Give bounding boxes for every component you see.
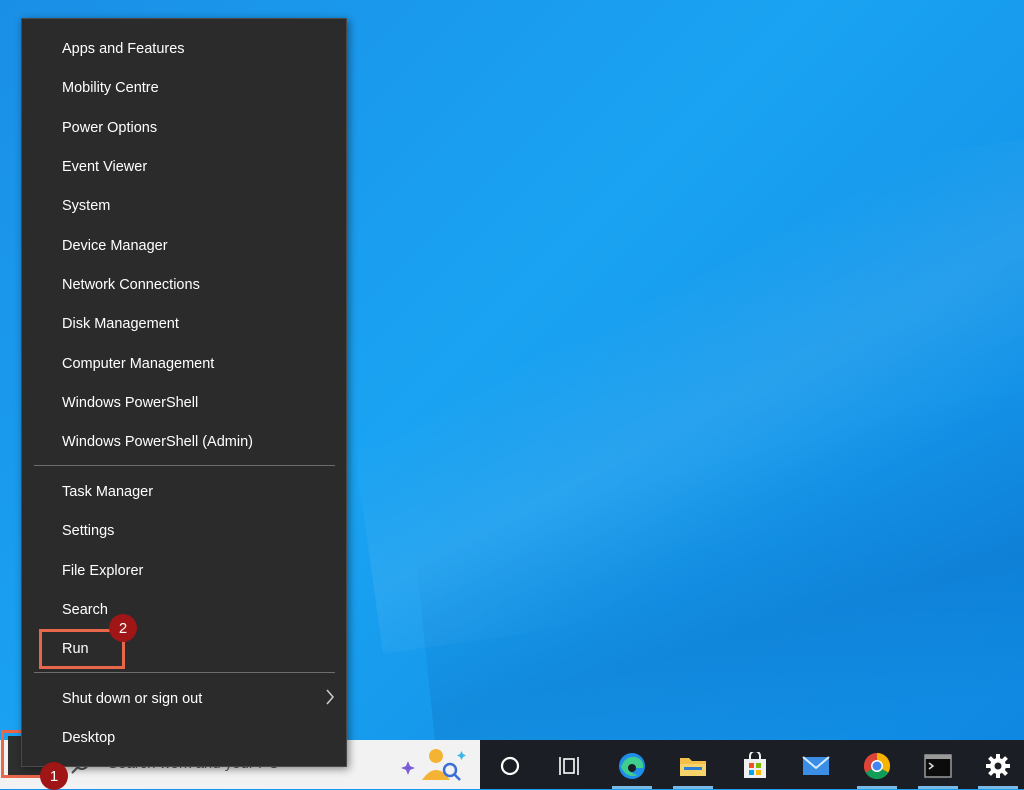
menu-separator-1 <box>34 465 335 466</box>
cortana-circle-icon[interactable] <box>490 746 530 786</box>
menu-item-task-manager[interactable]: Task Manager <box>62 483 153 501</box>
menu-item-windows-powershell[interactable]: Windows PowerShell <box>62 394 198 412</box>
menu-item-computer-management[interactable]: Computer Management <box>62 355 214 373</box>
terminal-icon[interactable] <box>918 746 958 786</box>
menu-item-shut-down-or-sign-out[interactable]: Shut down or sign out <box>62 690 202 708</box>
step-badge-1: 1 <box>40 762 68 790</box>
edge-icon[interactable] <box>612 746 652 786</box>
menu-item-file-explorer[interactable]: File Explorer <box>62 562 143 580</box>
task-view-icon[interactable] <box>550 746 590 786</box>
mail-icon[interactable] <box>796 746 836 786</box>
menu-item-event-viewer[interactable]: Event Viewer <box>62 158 147 176</box>
menu-item-network-connections[interactable]: Network Connections <box>62 276 200 294</box>
chevron-right-icon <box>326 689 334 705</box>
step-badge-2: 2 <box>109 614 137 642</box>
file-explorer-icon[interactable] <box>673 746 713 786</box>
menu-item-system[interactable]: System <box>62 197 110 215</box>
menu-item-settings[interactable]: Settings <box>62 522 114 540</box>
menu-item-windows-powershell-admin[interactable]: Windows PowerShell (Admin) <box>62 433 253 451</box>
menu-item-apps-and-features[interactable]: Apps and Features <box>62 40 185 58</box>
menu-item-disk-management[interactable]: Disk Management <box>62 315 179 333</box>
settings-gear-icon[interactable] <box>978 746 1018 786</box>
menu-item-device-manager[interactable]: Device Manager <box>62 237 168 255</box>
chrome-icon[interactable] <box>857 746 897 786</box>
menu-item-search[interactable]: Search <box>62 601 108 619</box>
menu-item-desktop[interactable]: Desktop <box>62 729 115 747</box>
menu-item-power-options[interactable]: Power Options <box>62 119 157 137</box>
search-highlight-illustration-icon <box>401 749 466 781</box>
store-icon[interactable] <box>735 746 775 786</box>
menu-item-mobility-centre[interactable]: Mobility Centre <box>62 79 159 97</box>
menu-separator-2 <box>34 672 335 673</box>
